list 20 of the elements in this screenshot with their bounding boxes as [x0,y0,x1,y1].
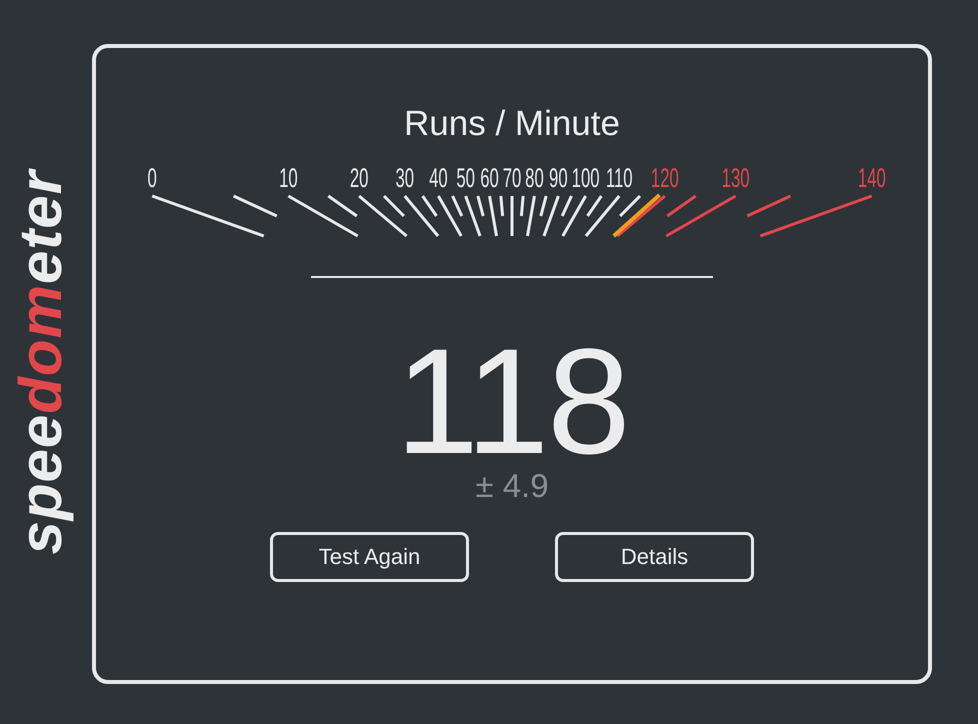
scale-label: 20 [350,162,368,193]
scale-label: 110 [606,162,633,193]
margin-of-error: ± 4.9 [475,468,549,504]
scale-label: 80 [525,162,544,193]
scale-label: 50 [456,162,475,193]
gauge-title: Runs / Minute [404,104,620,144]
scale-label: 130 [722,162,750,193]
scale-label: 100 [572,162,600,193]
action-button[interactable]: Test Again [270,532,469,582]
scale-label: 10 [279,162,298,193]
scale-label: 40 [429,162,448,193]
scale-label: 90 [549,162,568,193]
action-button[interactable]: Details [555,532,754,582]
scale-label: 70 [502,162,522,193]
scale-label: 0 [148,162,157,193]
scale-label: 140 [858,162,886,193]
scale-label: 30 [395,162,414,193]
scale-label: 60 [480,162,499,193]
scale-label: 120 [650,162,679,193]
logo-text: speedometer [11,170,71,554]
